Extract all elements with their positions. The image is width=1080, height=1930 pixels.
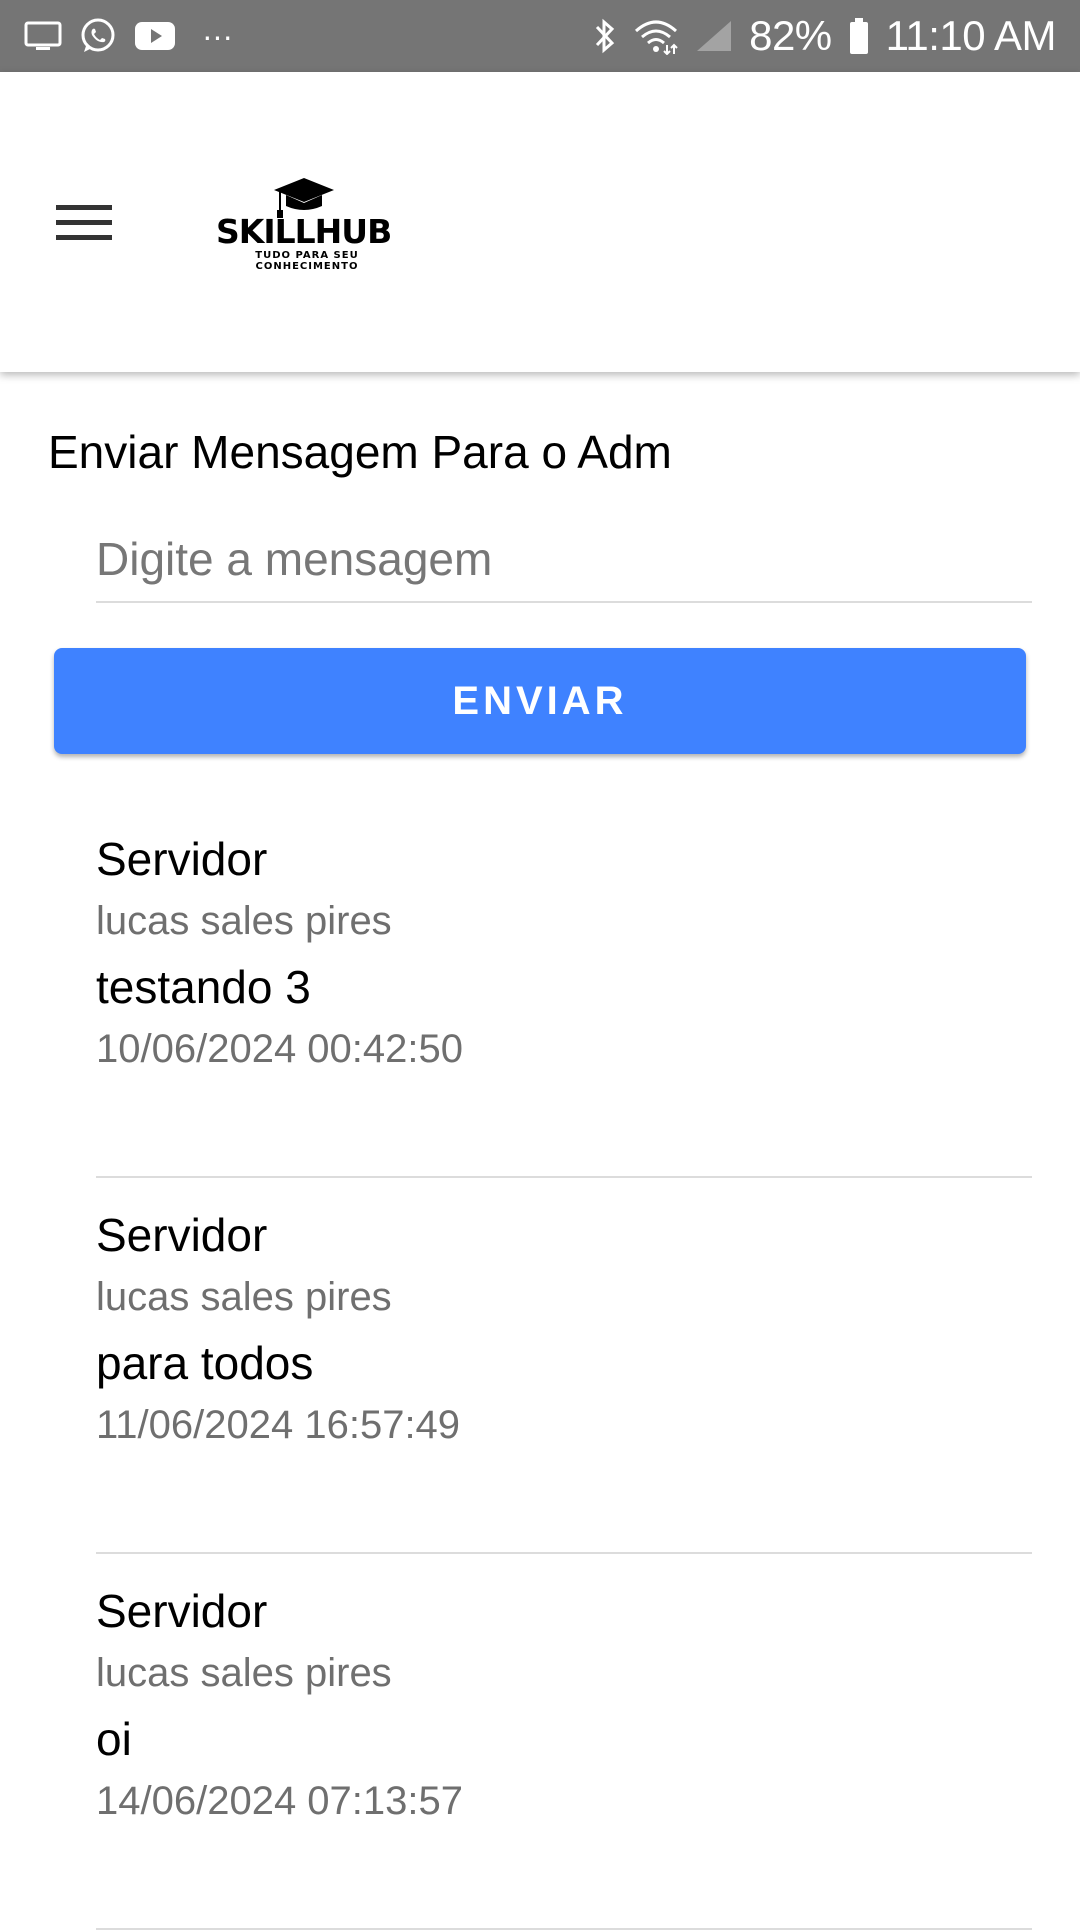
message-item: Servidor lucas sales pires oi 14/06/2024…: [96, 1554, 1032, 1930]
message-list: Servidor lucas sales pires testando 3 10…: [0, 802, 1080, 1930]
battery-icon: [848, 17, 870, 55]
battery-percent: 82%: [749, 12, 832, 59]
message-timestamp: 14/06/2024 07:13:57: [96, 1779, 464, 1823]
message-user: lucas sales pires: [96, 1275, 392, 1319]
skillhub-logo: SKILLHUB TUDO PARA SEU CONHECIMENTO: [212, 176, 402, 276]
message-sender: Servidor: [96, 1209, 268, 1261]
message-text: testando 3: [96, 961, 311, 1013]
logo-wordmark: SKILLHUB: [216, 212, 392, 251]
message-timestamp: 11/06/2024 16:57:49: [96, 1403, 461, 1447]
screen-icon: [24, 20, 62, 52]
message-timestamp: 10/06/2024 00:42:50: [96, 1027, 464, 1071]
message-sender: Servidor: [96, 1585, 268, 1637]
message-input[interactable]: [96, 517, 1032, 603]
status-bar-right: 82% 11:10 AM: [593, 12, 1057, 60]
wifi-icon: [633, 17, 679, 55]
logo-tagline-line-2: CONHECIMENTO: [255, 261, 359, 272]
message-user: lucas sales pires: [96, 1651, 392, 1695]
whatsapp-icon: [78, 16, 118, 56]
app-header: SKILLHUB TUDO PARA SEU CONHECIMENTO: [0, 72, 1080, 372]
hamburger-menu-icon: [56, 205, 112, 240]
logo-tagline: TUDO PARA SEU CONHECIMENTO: [212, 250, 402, 272]
message-item: Servidor lucas sales pires testando 3 10…: [96, 802, 1032, 1178]
clock: 11:10 AM: [885, 12, 1057, 59]
status-bar: ··· 82% 11:10 AM: [0, 0, 1080, 72]
signal-icon: [695, 19, 733, 53]
status-bar-left: ···: [24, 16, 233, 56]
logo-tagline-line-1: TUDO PARA SEU: [255, 250, 359, 261]
message-text: oi: [96, 1713, 132, 1765]
bluetooth-icon: [593, 16, 617, 56]
page-title: Enviar Mensagem Para o Adm: [48, 426, 672, 478]
message-user: lucas sales pires: [96, 899, 392, 943]
send-button[interactable]: ENVIAR: [54, 648, 1026, 754]
message-item: Servidor lucas sales pires para todos 11…: [96, 1178, 1032, 1554]
more-dots-icon: ···: [202, 17, 233, 54]
hamburger-menu-button[interactable]: [40, 179, 128, 267]
message-text: para todos: [96, 1337, 314, 1389]
message-sender: Servidor: [96, 833, 268, 885]
youtube-icon: [134, 20, 176, 52]
